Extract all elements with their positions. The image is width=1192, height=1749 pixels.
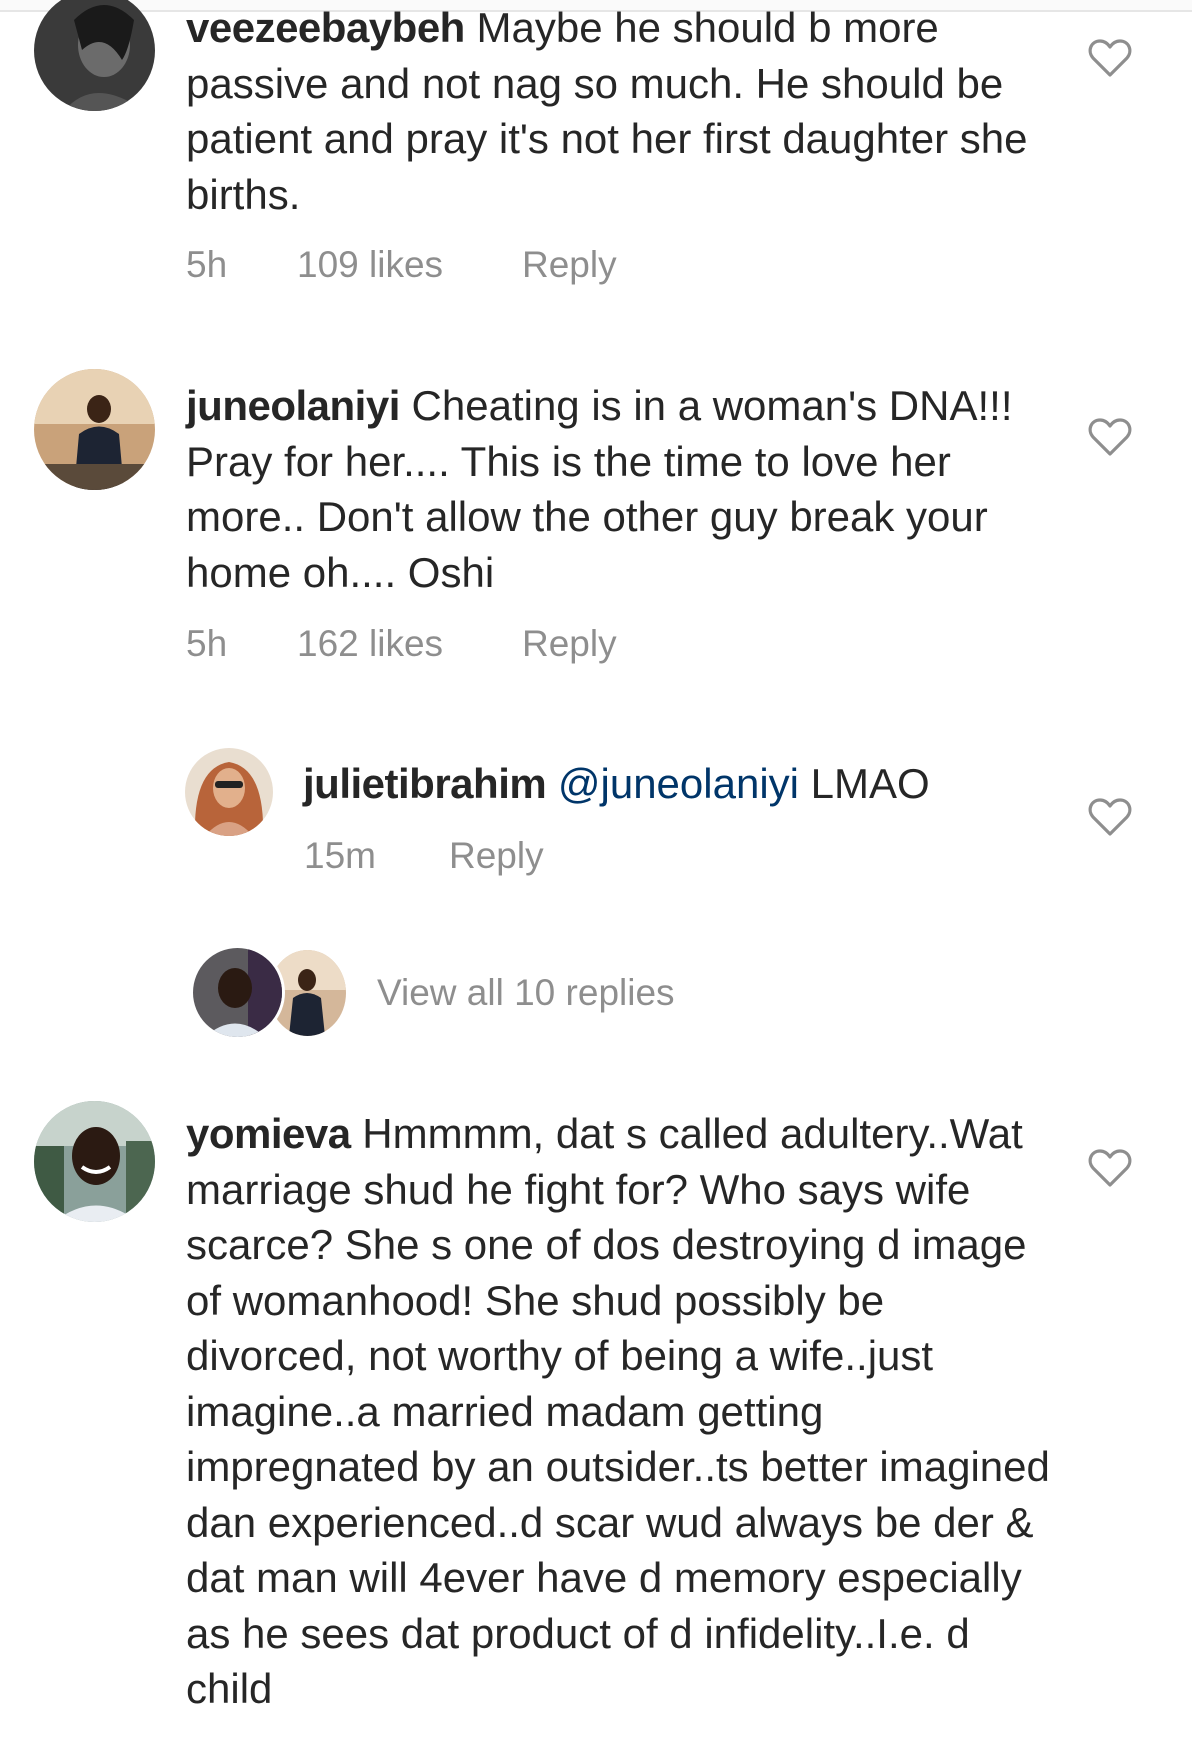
reply-button[interactable]: Reply — [449, 836, 544, 876]
comment-time: 5h — [186, 623, 228, 664]
avatar — [190, 945, 285, 1040]
comment-text-block: yomieva Hmmmm, dat s called adultery..Wa… — [186, 1106, 1056, 1717]
comment-text-block: veezeebaybeh Maybe he should b more pass… — [186, 0, 1056, 222]
reply-button[interactable]: Reply — [522, 624, 617, 664]
comment-likes[interactable]: 109 likes — [297, 245, 443, 285]
reply-button[interactable]: Reply — [522, 245, 617, 285]
comment-username[interactable]: yomieva — [186, 1110, 351, 1157]
comment-username[interactable]: juneolaniyi — [186, 382, 400, 429]
heart-outline-icon[interactable] — [1088, 417, 1132, 457]
comment-time: 5h — [186, 244, 228, 285]
avatar[interactable] — [34, 1101, 155, 1222]
comment-likes[interactable]: 162 likes — [297, 624, 443, 664]
reply-username[interactable]: julietibrahim — [303, 760, 547, 807]
avatar[interactable] — [34, 0, 155, 111]
reply-text-block: julietibrahim @juneolaniyi LMAO — [303, 756, 1063, 812]
comment-body: Hmmmm, dat s called adultery..Wat marria… — [186, 1110, 1050, 1712]
avatar[interactable] — [34, 369, 155, 490]
heart-outline-icon[interactable] — [1088, 797, 1132, 837]
reply-body: LMAO — [810, 760, 930, 807]
comment-username[interactable]: veezeebaybeh — [186, 4, 465, 51]
heart-outline-icon[interactable] — [1088, 38, 1132, 78]
avatar[interactable] — [185, 748, 273, 836]
mention-link[interactable]: @juneolaniyi — [558, 760, 799, 807]
view-all-replies-link[interactable]: View all 10 replies — [377, 972, 675, 1014]
reply-time: 15m — [304, 835, 376, 876]
heart-outline-icon[interactable] — [1088, 1148, 1132, 1188]
comment-text-block: juneolaniyi Cheating is in a woman's DNA… — [186, 378, 1056, 600]
